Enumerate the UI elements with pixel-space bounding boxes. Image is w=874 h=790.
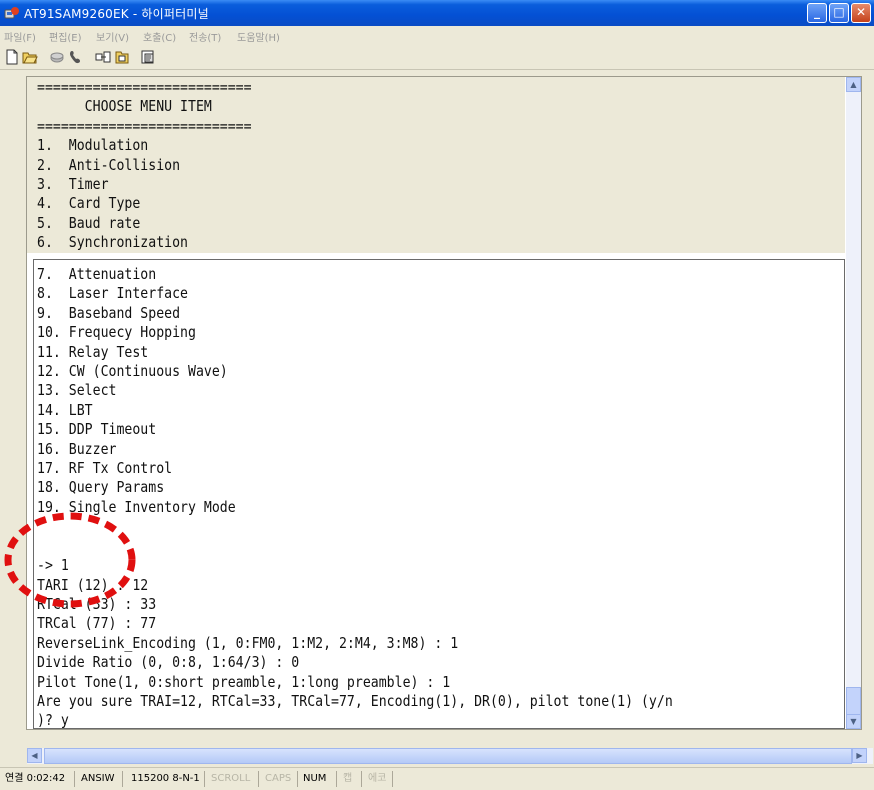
menu-bar: 파일(F) 편집(E) 보기(V) 호출(C) 전송(T) 도움말(H) — [0, 26, 874, 45]
terminal-scrollback: =========================== CHOOSE MENU … — [27, 77, 845, 253]
send-icon[interactable] — [95, 49, 111, 65]
scrollback-text: =========================== CHOOSE MENU … — [37, 78, 252, 252]
phone-icon[interactable] — [68, 49, 84, 65]
highlight-circle — [4, 512, 136, 608]
horizontal-scroll-thumb[interactable] — [44, 748, 852, 764]
scroll-right-icon[interactable]: ▶ — [852, 748, 867, 763]
disconnect-icon[interactable] — [49, 49, 65, 65]
status-capture: 캡 — [343, 773, 353, 784]
status-num: NUM — [303, 773, 327, 784]
menu-transfer[interactable]: 전송(T) — [189, 29, 221, 44]
new-icon[interactable] — [4, 49, 20, 65]
close-button[interactable]: ✕ — [851, 3, 871, 23]
title-bar[interactable]: AT91SAM9260EK - 하이퍼터미널 _ □ ✕ — [0, 0, 874, 26]
menu-edit[interactable]: 편집(E) — [49, 29, 82, 44]
window-title: AT91SAM9260EK - 하이퍼터미널 — [24, 7, 209, 21]
vertical-scrollbar[interactable]: ▲ ▼ — [846, 77, 861, 729]
open-icon[interactable] — [22, 49, 38, 65]
minimize-button[interactable]: _ — [807, 3, 827, 23]
terminal-text: 7. Attenuation 8. Laser Interface 9. Bas… — [37, 265, 673, 730]
status-caps: CAPS — [265, 773, 292, 784]
menu-view[interactable]: 보기(V) — [96, 29, 129, 44]
status-echo: 에코 — [368, 773, 387, 784]
terminal-screen[interactable]: 7. Attenuation 8. Laser Interface 9. Bas… — [33, 259, 845, 729]
properties-icon[interactable] — [140, 49, 156, 65]
hyperterminal-icon — [4, 7, 19, 19]
menu-call[interactable]: 호출(C) — [143, 29, 176, 44]
receive-icon[interactable] — [114, 49, 130, 65]
vertical-scroll-thumb[interactable] — [846, 687, 861, 717]
status-scroll: SCROLL — [211, 773, 251, 784]
menu-help[interactable]: 도움말(H) — [237, 29, 280, 44]
status-bar: 연결 0:02:42 ANSIW 115200 8-N-1 SCROLL CAP… — [0, 767, 874, 790]
status-port-settings: 115200 8-N-1 — [131, 773, 200, 784]
scroll-up-icon[interactable]: ▲ — [846, 77, 861, 92]
maximize-button[interactable]: □ — [829, 3, 849, 23]
horizontal-scrollbar[interactable]: ◀ ▶ — [27, 748, 873, 764]
scroll-down-icon[interactable]: ▼ — [846, 714, 861, 729]
scroll-left-icon[interactable]: ◀ — [27, 748, 42, 763]
status-connection-time: 연결 0:02:42 — [5, 773, 66, 784]
menu-file[interactable]: 파일(F) — [4, 29, 36, 44]
toolbar — [0, 45, 874, 70]
status-emulation: ANSIW — [81, 773, 115, 784]
